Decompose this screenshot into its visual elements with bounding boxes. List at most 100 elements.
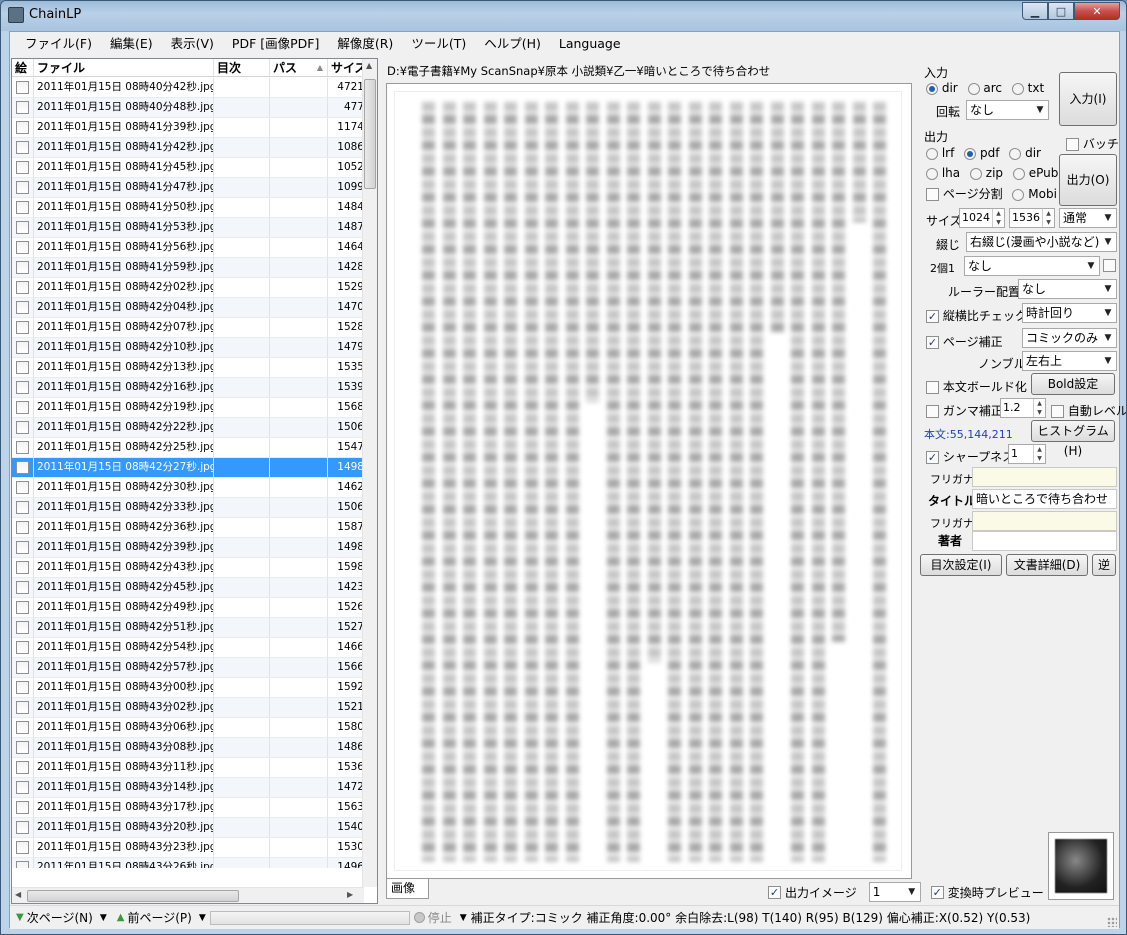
row-checkbox[interactable] xyxy=(16,621,29,634)
stop-button[interactable]: 停止 xyxy=(413,909,452,926)
table-row[interactable]: 2011年01月15日 08時41分42秒.jpg 1086 xyxy=(12,138,364,158)
table-row[interactable]: 2011年01月15日 08時42分39秒.jpg 1498 xyxy=(12,538,364,558)
row-checkbox[interactable] xyxy=(16,501,29,514)
minimize-button[interactable]: ▁ xyxy=(1022,2,1048,20)
page-correct-select[interactable]: コミックのみ ▼ xyxy=(1022,328,1117,348)
menu-tools[interactable]: ツール(T) xyxy=(402,32,475,56)
table-row[interactable]: 2011年01月15日 08時42分27秒.jpg 1498 xyxy=(12,458,364,478)
row-checkbox[interactable] xyxy=(16,641,29,654)
size-width-spinner[interactable]: 1024 ▲ ▼ xyxy=(959,208,1005,228)
row-checkbox[interactable] xyxy=(16,141,29,154)
spinner-arrows-icon[interactable]: ▲ ▼ xyxy=(992,209,1004,227)
table-row[interactable]: 2011年01月15日 08時42分45秒.jpg 1423 xyxy=(12,578,364,598)
table-row[interactable]: 2011年01月15日 08時43分00秒.jpg 1592 xyxy=(12,678,364,698)
row-checkbox[interactable] xyxy=(16,481,29,494)
table-row[interactable]: 2011年01月15日 08時42分33秒.jpg 1506 xyxy=(12,498,364,518)
row-checkbox[interactable] xyxy=(16,801,29,814)
radio-output-lrf[interactable] xyxy=(926,147,938,160)
toc-settings-button[interactable]: 目次設定(I) xyxy=(920,554,1002,576)
row-checkbox[interactable] xyxy=(16,761,29,774)
table-row[interactable]: 2011年01月15日 08時42分43秒.jpg 1598 xyxy=(12,558,364,578)
row-checkbox[interactable] xyxy=(16,841,29,854)
row-checkbox[interactable] xyxy=(16,101,29,114)
table-row[interactable]: 2011年01月15日 08時42分19秒.jpg 1568 xyxy=(12,398,364,418)
reverse-button[interactable]: 逆 xyxy=(1092,554,1116,576)
row-checkbox[interactable] xyxy=(16,701,29,714)
author-input[interactable] xyxy=(972,531,1117,551)
gamma-checkbox[interactable] xyxy=(926,405,939,418)
radio-input-txt[interactable] xyxy=(1011,82,1024,95)
table-row[interactable]: 2011年01月15日 08時41分59秒.jpg 1428 xyxy=(12,258,364,278)
table-row[interactable]: 2011年01月15日 08時42分30秒.jpg 1462 xyxy=(12,478,364,498)
row-checkbox[interactable] xyxy=(16,321,29,334)
gamma-spinner[interactable]: 1.2 ▲ ▼ xyxy=(1000,398,1046,418)
table-row[interactable]: 2011年01月15日 08時41分39秒.jpg 1174 xyxy=(12,118,364,138)
menu-edit[interactable]: 編集(E) xyxy=(101,32,162,56)
radio-output-zip[interactable] xyxy=(969,167,982,180)
file-list-hscrollbar[interactable]: ◀ ▶ xyxy=(12,887,364,903)
row-checkbox[interactable] xyxy=(16,81,29,94)
maximize-button[interactable]: □ xyxy=(1048,2,1074,20)
col-header-pass[interactable]: パス ▲ xyxy=(270,59,328,76)
table-row[interactable]: 2011年01月15日 08時42分57秒.jpg 1566 xyxy=(12,658,364,678)
rotate-select[interactable]: なし ▼ xyxy=(966,100,1049,120)
row-checkbox[interactable] xyxy=(16,381,29,394)
vscroll-thumb[interactable] xyxy=(364,79,376,189)
menu-file[interactable]: ファイル(F) xyxy=(16,32,101,56)
author-furigana-input[interactable] xyxy=(972,511,1117,531)
spinner-arrows-icon[interactable]: ▲ ▼ xyxy=(1033,399,1045,417)
row-checkbox[interactable] xyxy=(16,341,29,354)
aspect-select[interactable]: 時計回り ▼ xyxy=(1022,303,1117,323)
size-height-spinner[interactable]: 1536 ▲ ▼ xyxy=(1009,208,1055,228)
table-row[interactable]: 2011年01月15日 08時43分14秒.jpg 1472 xyxy=(12,778,364,798)
table-row[interactable]: 2011年01月15日 08時42分22秒.jpg 1506 xyxy=(12,418,364,438)
table-row[interactable]: 2011年01月15日 08時42分07秒.jpg 1528 xyxy=(12,318,364,338)
menu-help[interactable]: ヘルプ(H) xyxy=(475,32,550,56)
table-row[interactable]: 2011年01月15日 08時43分06秒.jpg 1580 xyxy=(12,718,364,738)
menu-view[interactable]: 表示(V) xyxy=(162,32,223,56)
table-row[interactable]: 2011年01月15日 08時41分50秒.jpg 1484 xyxy=(12,198,364,218)
table-row[interactable]: 2011年01月15日 08時43分08秒.jpg 1486 xyxy=(12,738,364,758)
table-row[interactable]: 2011年01月15日 08時43分20秒.jpg 1540 xyxy=(12,818,364,838)
sharpness-spinner[interactable]: 1 ▲ ▼ xyxy=(1008,444,1046,464)
row-checkbox[interactable] xyxy=(16,441,29,454)
row-checkbox[interactable] xyxy=(16,821,29,834)
row-checkbox[interactable] xyxy=(16,781,29,794)
table-row[interactable]: 2011年01月15日 08時42分13秒.jpg 1535 xyxy=(12,358,364,378)
title-furigana-input[interactable] xyxy=(972,467,1117,487)
table-row[interactable]: 2011年01月15日 08時41分56秒.jpg 1464 xyxy=(12,238,364,258)
table-row[interactable]: 2011年01月15日 08時43分02秒.jpg 1521 xyxy=(12,698,364,718)
table-row[interactable]: 2011年01月15日 08時43分26秒.jpg 1496 xyxy=(12,858,364,868)
table-row[interactable]: 2011年01月15日 08時42分36秒.jpg 1587 xyxy=(12,518,364,538)
row-checkbox[interactable] xyxy=(16,241,29,254)
bold-text-checkbox[interactable] xyxy=(926,381,939,394)
next-page-button[interactable]: ▼ 次ページ(N) ▼ xyxy=(16,909,107,926)
histogram-button[interactable]: ヒストグラム(H) xyxy=(1031,420,1115,458)
row-checkbox[interactable] xyxy=(16,461,29,474)
table-row[interactable]: 2011年01月15日 08時40分42秒.jpg 4721 xyxy=(12,78,364,98)
doc-detail-button[interactable]: 文書詳細(D) xyxy=(1006,554,1088,576)
table-row[interactable]: 2011年01月15日 08時41分45秒.jpg 1052 xyxy=(12,158,364,178)
table-row[interactable]: 2011年01月15日 08時43分23秒.jpg 1530 xyxy=(12,838,364,858)
table-row[interactable]: 2011年01月15日 08時42分25秒.jpg 1547 xyxy=(12,438,364,458)
row-checkbox[interactable] xyxy=(16,261,29,274)
row-checkbox[interactable] xyxy=(16,281,29,294)
row-checkbox[interactable] xyxy=(16,521,29,534)
row-checkbox[interactable] xyxy=(16,221,29,234)
table-row[interactable]: 2011年01月15日 08時42分04秒.jpg 1470 xyxy=(12,298,364,318)
table-row[interactable]: 2011年01月15日 08時42分16秒.jpg 1539 xyxy=(12,378,364,398)
table-row[interactable]: 2011年01月15日 08時41分47秒.jpg 1099 xyxy=(12,178,364,198)
radio-output-dir[interactable] xyxy=(1009,147,1022,160)
row-checkbox[interactable] xyxy=(16,561,29,574)
menu-resolution[interactable]: 解像度(R) xyxy=(328,32,402,56)
row-checkbox[interactable] xyxy=(16,201,29,214)
scroll-left-icon[interactable]: ◀ xyxy=(15,890,21,899)
hscroll-thumb[interactable] xyxy=(27,890,239,902)
batch-checkbox[interactable] xyxy=(1066,138,1079,151)
row-checkbox[interactable] xyxy=(16,601,29,614)
file-list-vscrollbar[interactable]: ▲ xyxy=(362,59,377,887)
two-in-one-checkbox[interactable] xyxy=(1103,259,1116,272)
table-row[interactable]: 2011年01月15日 08時41分53秒.jpg 1487 xyxy=(12,218,364,238)
radio-output-pdf[interactable] xyxy=(964,147,977,160)
radio-input-dir[interactable] xyxy=(926,82,938,95)
